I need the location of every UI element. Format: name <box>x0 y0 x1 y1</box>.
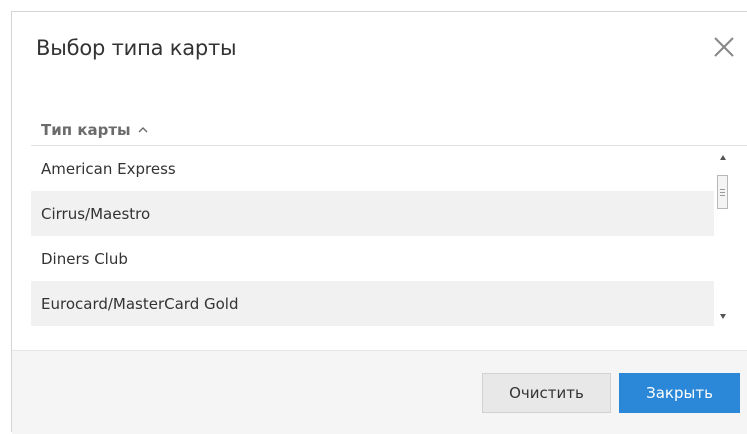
dialog-footer: Очистить Закрыть <box>12 350 747 434</box>
scrollbar-thumb[interactable] <box>717 175 728 209</box>
list-item[interactable]: Cirrus/Maestro <box>31 191 714 236</box>
list-item[interactable]: Eurocard/MasterCard Gold <box>31 281 714 326</box>
list-item[interactable]: Diners Club <box>31 236 714 281</box>
card-type-list: American Express Cirrus/Maestro Diners C… <box>31 145 747 329</box>
column-header-card-type[interactable]: Тип карты <box>41 116 149 144</box>
scroll-down-arrow-icon[interactable] <box>714 308 732 322</box>
chevron-up-icon <box>137 125 149 135</box>
list-item-label: Eurocard/MasterCard Gold <box>41 294 239 313</box>
list-item-label: American Express <box>41 159 176 178</box>
column-header-label: Тип карты <box>41 121 131 139</box>
list-item-label: Cirrus/Maestro <box>41 204 151 223</box>
list-rows: American Express Cirrus/Maestro Diners C… <box>31 146 714 326</box>
dialog-title: Выбор типа карты <box>36 36 237 60</box>
scroll-up-arrow-icon[interactable] <box>714 150 732 164</box>
card-type-dialog: Выбор типа карты Тип карты American Expr… <box>11 11 747 434</box>
clear-button[interactable]: Очистить <box>482 373 611 413</box>
close-icon[interactable] <box>709 32 739 62</box>
list-item-label: Diners Club <box>41 249 128 268</box>
vertical-scrollbar[interactable] <box>714 146 732 328</box>
list-item[interactable]: American Express <box>31 146 714 191</box>
close-button[interactable]: Закрыть <box>619 373 740 413</box>
